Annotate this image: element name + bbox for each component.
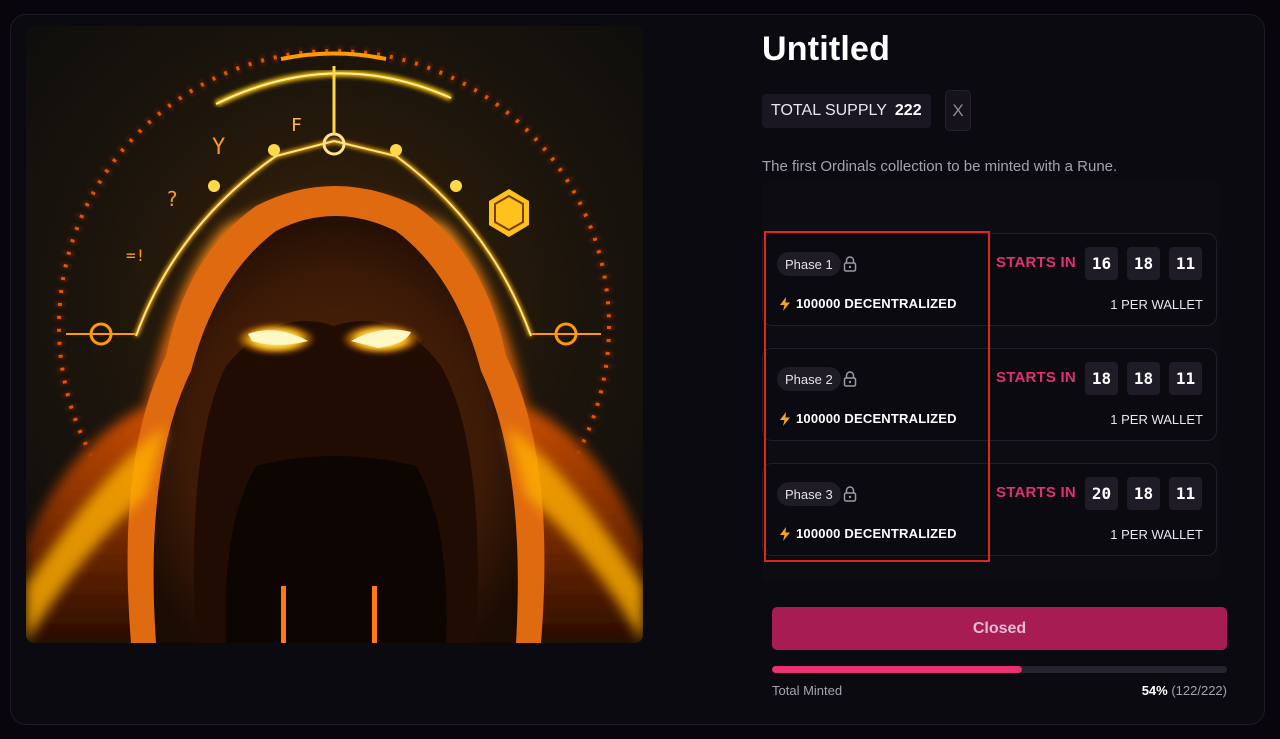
- countdown-hours: 16: [1085, 247, 1118, 280]
- total-minted-label: Total Minted: [772, 683, 843, 698]
- svg-text:Y: Y: [212, 135, 225, 160]
- starts-in-label: STARTS IN: [996, 369, 1076, 386]
- x-social-link-button[interactable]: X: [945, 90, 971, 131]
- phase-name-badge: Phase 2: [777, 367, 841, 391]
- phase-price: 100000 DECENTRALIZED: [796, 296, 957, 311]
- svg-text:=!: =!: [126, 246, 145, 265]
- wallet-limit: 1 PER WALLET: [1110, 297, 1203, 312]
- lock-icon: [843, 486, 857, 502]
- total-supply-label: TOTAL SUPPLY: [771, 102, 887, 119]
- countdown-hours: 18: [1085, 362, 1118, 395]
- total-supply-value: 222: [894, 102, 922, 119]
- phase-card-1[interactable]: Phase 1 100000 DECENTRALIZED STARTS IN 1…: [762, 233, 1217, 326]
- svg-text:?: ?: [166, 187, 178, 211]
- phase-card-3[interactable]: Phase 3 100000 DECENTRALIZED STARTS IN 2…: [762, 463, 1217, 556]
- lightning-icon: [780, 412, 790, 426]
- lock-icon: [843, 371, 857, 387]
- lock-icon: [843, 256, 857, 272]
- minted-count: (122/222): [1171, 683, 1227, 698]
- collection-description: The first Ordinals collection to be mint…: [762, 158, 1118, 175]
- phase-card-2[interactable]: Phase 2 100000 DECENTRALIZED STARTS IN 1…: [762, 348, 1217, 441]
- wallet-limit: 1 PER WALLET: [1110, 527, 1203, 542]
- mint-progress-bar: [772, 666, 1227, 673]
- countdown-seconds: 11: [1169, 362, 1202, 395]
- phase-name-badge: Phase 3: [777, 482, 841, 506]
- total-minted-stats: 54% (122/222): [1142, 683, 1227, 698]
- countdown-minutes: 18: [1127, 477, 1160, 510]
- wallet-limit: 1 PER WALLET: [1110, 412, 1203, 427]
- starts-in-label: STARTS IN: [996, 254, 1076, 271]
- svg-text:F: F: [291, 115, 302, 136]
- collection-title: Untitled: [762, 30, 891, 68]
- countdown-seconds: 11: [1169, 247, 1202, 280]
- hooded-figure-artwork: Y ? F =!: [26, 26, 643, 643]
- lightning-icon: [780, 527, 790, 541]
- starts-in-label: STARTS IN: [996, 484, 1076, 501]
- total-supply-badge: TOTAL SUPPLY 222: [762, 94, 931, 128]
- mint-progress-fill: [772, 666, 1023, 673]
- phase-name-badge: Phase 1: [777, 252, 841, 276]
- lightning-icon: [780, 297, 790, 311]
- mint-closed-button[interactable]: Closed: [772, 607, 1227, 650]
- phase-price: 100000 DECENTRALIZED: [796, 526, 957, 541]
- countdown-seconds: 11: [1169, 477, 1202, 510]
- countdown-minutes: 18: [1127, 247, 1160, 280]
- countdown-hours: 20: [1085, 477, 1118, 510]
- countdown-minutes: 18: [1127, 362, 1160, 395]
- minted-percent: 54%: [1141, 683, 1168, 698]
- phase-price: 100000 DECENTRALIZED: [796, 411, 957, 426]
- x-icon: X: [952, 100, 964, 120]
- collection-artwork: Y ? F =!: [26, 26, 643, 643]
